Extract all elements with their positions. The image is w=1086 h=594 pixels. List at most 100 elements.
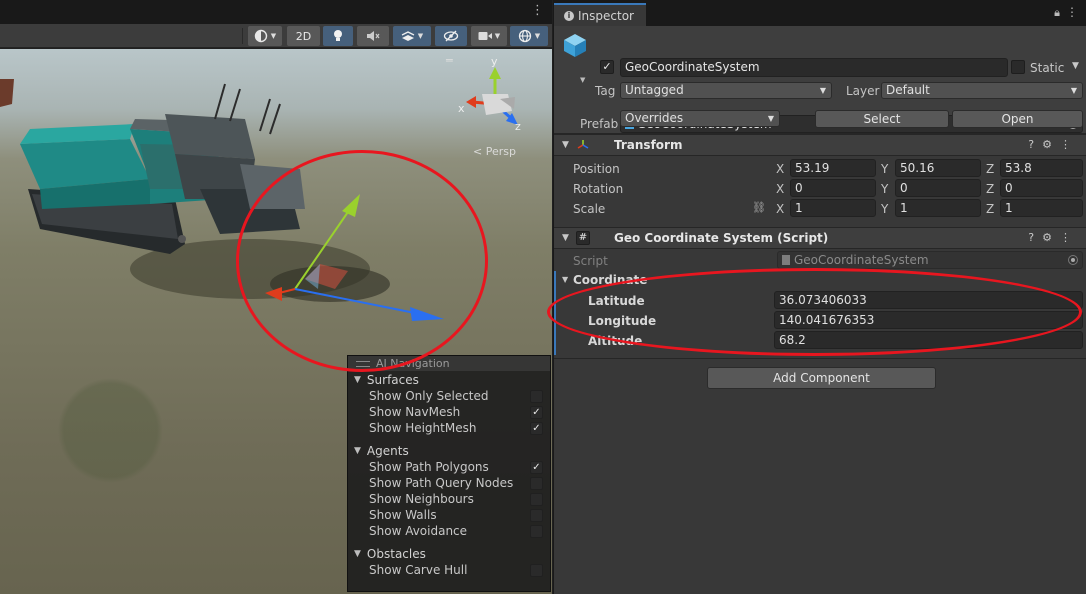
foldout-expanded-icon[interactable]: ▼ [562, 233, 569, 243]
option-label: Show HeightMesh [369, 421, 477, 435]
prefab-open-button[interactable]: Open [952, 110, 1083, 128]
more-icon[interactable]: ⋮ [1066, 5, 1078, 19]
rotation-y-field[interactable]: 0 [895, 179, 981, 197]
hidden-objects-toggle-button[interactable] [435, 26, 467, 46]
lighting-toggle-button[interactable] [323, 26, 353, 46]
overrides-dropdown[interactable]: Overrides ▼ [620, 110, 780, 127]
selection-indicator [554, 271, 556, 355]
chevron-down-icon: ▼ [819, 86, 826, 95]
coordinate-label[interactable]: Coordinate [573, 273, 647, 287]
ai-navigation-header[interactable]: AI Navigation [348, 356, 550, 371]
show-path-query-nodes-row[interactable]: Show Path Query Nodes [348, 475, 550, 491]
show-heightmesh-row[interactable]: Show HeightMesh ✓ [348, 420, 550, 436]
rotation-z-field[interactable]: 0 [1000, 179, 1083, 197]
component-header-icons[interactable]: ?⚙⋮ [1028, 138, 1079, 151]
option-label: Show Avoidance [369, 524, 468, 538]
scene-view[interactable]: ⋮ ▼ 2D ▼ ▼ ▼ x y z ═ < Persp AI Navigati… [0, 0, 552, 594]
foldout-expanded-icon[interactable]: ▼ [562, 275, 568, 284]
lock-icon[interactable]: 🔒︎ [1054, 6, 1060, 20]
show-neighbours-row[interactable]: Show Neighbours [348, 491, 550, 507]
foldout-expanded-icon[interactable]: ▼ [562, 140, 569, 150]
icon-dropdown-arrow[interactable]: ▼ [580, 76, 585, 84]
axis-z-label: Z [986, 182, 995, 196]
show-neighbours-checkbox[interactable] [530, 492, 543, 506]
effects-icon [401, 31, 415, 41]
show-walls-row[interactable]: Show Walls [348, 507, 550, 523]
camera-settings-button[interactable]: ▼ [471, 26, 507, 46]
constrain-proportions-icon[interactable]: ⛓︎ [752, 201, 766, 214]
show-walls-checkbox[interactable] [530, 508, 543, 522]
show-only-selected-checkbox[interactable] [530, 389, 543, 403]
surfaces-foldout[interactable]: ▼ Surfaces [348, 371, 550, 388]
drag-handle-icon[interactable] [356, 360, 370, 367]
orientation-gizmo[interactable]: x y z [458, 55, 521, 133]
component-enabled-checkbox[interactable]: # [576, 231, 590, 245]
audio-toggle-button[interactable] [357, 26, 389, 46]
transform-title: Transform [614, 138, 683, 152]
show-navmesh-checkbox[interactable]: ✓ [530, 405, 543, 419]
position-label: Position [573, 162, 620, 176]
2d-toggle-button[interactable]: 2D [287, 26, 320, 46]
position-y-field[interactable]: 50.16 [895, 159, 981, 177]
show-path-polygons-row[interactable]: Show Path Polygons ✓ [348, 459, 550, 475]
gizmos-button[interactable]: ▼ [510, 26, 548, 46]
scene-toolbar: ▼ 2D ▼ ▼ ▼ [0, 24, 552, 48]
component-header-icons[interactable]: ?⚙⋮ [1028, 231, 1079, 244]
section-title: Surfaces [366, 372, 419, 387]
show-path-polygons-checkbox[interactable]: ✓ [530, 460, 543, 474]
axis-x-label: X [776, 202, 785, 216]
show-path-query-nodes-checkbox[interactable] [530, 476, 543, 490]
distant-object [0, 79, 14, 107]
show-navmesh-row[interactable]: Show NavMesh ✓ [348, 404, 550, 420]
gizmo-menu-icon[interactable]: ═ [446, 54, 453, 67]
transform-icon [577, 140, 589, 149]
tab-inspector[interactable]: i Inspector [554, 3, 646, 26]
obstacles-foldout[interactable]: ▼ Obstacles [348, 545, 550, 562]
axis-y-label: Y [881, 182, 889, 196]
show-only-selected-row[interactable]: Show Only Selected [348, 388, 550, 404]
effects-toggle-button[interactable]: ▼ [393, 26, 431, 46]
more-icon[interactable]: ⋮ [531, 3, 544, 18]
scale-x-field[interactable]: 1 [790, 199, 876, 217]
scene-tab-strip: ⋮ [0, 0, 552, 24]
draw-mode-button[interactable]: ▼ [248, 26, 282, 46]
toolbar-separator [242, 28, 243, 44]
tag-value: Untagged [625, 83, 684, 97]
static-dropdown-arrow[interactable]: ▼ [1072, 61, 1079, 71]
scale-z-field[interactable]: 1 [1000, 199, 1083, 217]
static-checkbox[interactable] [1011, 60, 1025, 74]
add-component-button[interactable]: Add Component [707, 367, 936, 389]
longitude-field[interactable]: 140.041676353 [774, 311, 1083, 329]
gameobject-name-field[interactable]: GeoCoordinateSystem [620, 58, 1008, 77]
position-z-field[interactable]: 53.8 [1000, 159, 1083, 177]
active-checkbox[interactable]: ✓ [600, 60, 614, 74]
show-avoidance-row[interactable]: Show Avoidance [348, 523, 550, 539]
gameobject-cube-icon [564, 34, 586, 57]
option-label: Show Only Selected [369, 389, 489, 403]
gizmo-axis-y-label: y [491, 55, 498, 68]
position-x-field[interactable]: 53.19 [790, 159, 876, 177]
show-heightmesh-checkbox[interactable]: ✓ [530, 421, 543, 435]
camera-icon [478, 32, 492, 40]
geo-script-title: Geo Coordinate System (Script) [614, 231, 829, 245]
latitude-field[interactable]: 36.073406033 [774, 291, 1083, 309]
tag-dropdown[interactable]: Untagged ▼ [620, 82, 832, 99]
surfaces-section: ▼ Surfaces Show Only Selected Show NavMes… [348, 371, 550, 436]
scale-y-field[interactable]: 1 [895, 199, 981, 217]
axis-x-label: X [776, 182, 785, 196]
option-label: Show Walls [369, 508, 437, 522]
show-carve-hull-checkbox[interactable] [530, 563, 543, 577]
projection-toggle[interactable]: < Persp [473, 145, 516, 158]
script-label: Script [573, 254, 608, 268]
show-avoidance-checkbox[interactable] [530, 524, 543, 538]
prefab-select-button[interactable]: Select [815, 110, 949, 128]
agents-foldout[interactable]: ▼ Agents [348, 442, 550, 459]
layer-dropdown[interactable]: Default ▼ [881, 82, 1083, 99]
option-label: Show Path Polygons [369, 460, 489, 474]
altitude-field[interactable]: 68.2 [774, 331, 1083, 349]
audio-icon [367, 31, 380, 41]
geo-coordinate-component-header[interactable]: ▼ # Geo Coordinate System (Script) ?⚙⋮ [554, 227, 1086, 249]
transform-component-header[interactable]: ▼ Transform ?⚙⋮ [554, 134, 1086, 156]
rotation-x-field[interactable]: 0 [790, 179, 876, 197]
show-carve-hull-row[interactable]: Show Carve Hull [348, 562, 550, 578]
